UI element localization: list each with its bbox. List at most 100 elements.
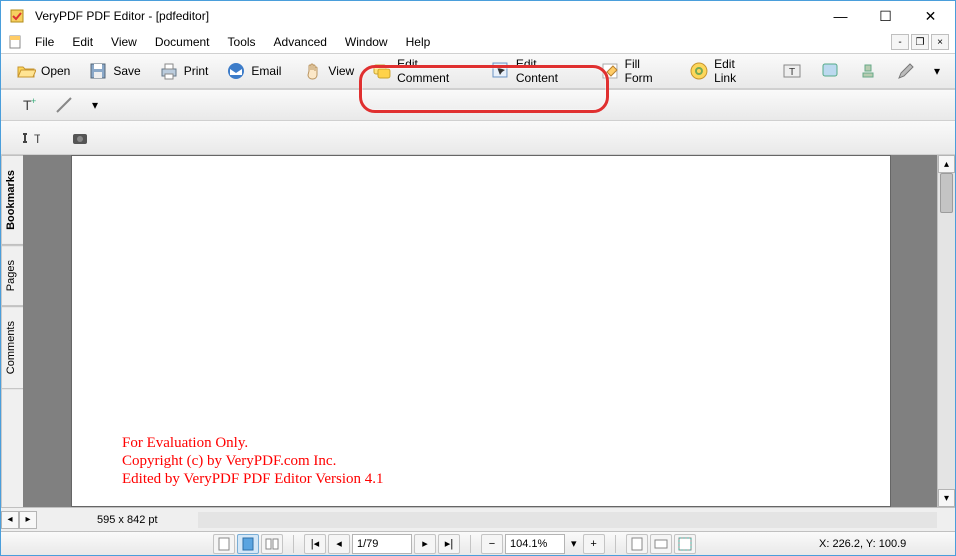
svg-text:T: T <box>34 132 40 146</box>
hscroll-track[interactable] <box>198 512 937 528</box>
hscroll-right-button[interactable]: ▸ <box>19 511 37 529</box>
print-button[interactable]: Print <box>150 57 218 85</box>
menu-file[interactable]: File <box>27 33 62 51</box>
page-nav-group: |◂ ◂ ▸ ▸| <box>304 534 460 554</box>
tertiary-toolbar: T <box>1 121 955 155</box>
stamp-icon <box>858 61 878 81</box>
edit-link-label: Edit Link <box>714 57 760 85</box>
menu-edit[interactable]: Edit <box>64 33 101 51</box>
zoom-input[interactable] <box>505 534 565 554</box>
cursor-icon <box>491 61 511 81</box>
minimize-button[interactable]: — <box>818 1 863 31</box>
email-label: Email <box>251 64 281 78</box>
eval-line-1: For Evaluation Only. <box>122 434 384 452</box>
fit-page-button[interactable] <box>626 534 648 554</box>
maximize-button[interactable]: ☐ <box>863 1 908 31</box>
fit-width-button[interactable] <box>650 534 672 554</box>
evaluation-watermark: For Evaluation Only. Copyright (c) by Ve… <box>122 434 384 488</box>
menu-bar-row: File Edit View Document Tools Advanced W… <box>1 31 955 53</box>
mdi-restore-button[interactable]: ❐ <box>911 34 929 50</box>
menu-document[interactable]: Document <box>147 33 218 51</box>
open-button[interactable]: Open <box>7 57 79 85</box>
sidebar-tab-comments[interactable]: Comments <box>2 306 23 389</box>
save-button[interactable]: Save <box>79 57 149 85</box>
menu-tools[interactable]: Tools <box>220 33 264 51</box>
text-add-icon: T+ <box>16 95 36 115</box>
document-page[interactable]: For Evaluation Only. Copyright (c) by Ve… <box>71 155 891 507</box>
continuous-page-button[interactable] <box>237 534 259 554</box>
note-icon <box>820 61 840 81</box>
zoom-out-button[interactable]: − <box>481 534 503 554</box>
next-page-button[interactable]: ▸ <box>414 534 436 554</box>
note-tool-button[interactable] <box>811 57 849 85</box>
page-icon <box>218 537 230 551</box>
facing-icon <box>265 537 279 551</box>
email-icon <box>226 61 246 81</box>
stamp-tool-button[interactable] <box>849 57 887 85</box>
document-viewport[interactable]: For Evaluation Only. Copyright (c) by Ve… <box>23 155 955 507</box>
view-label: View <box>328 64 354 78</box>
menu-view[interactable]: View <box>103 33 145 51</box>
text-cursor-icon: T <box>20 128 40 148</box>
single-page-button[interactable] <box>213 534 235 554</box>
hand-icon <box>303 61 323 81</box>
zoom-in-button[interactable]: + <box>583 534 605 554</box>
sidebar-tab-bookmarks[interactable]: Bookmarks <box>2 155 23 245</box>
edit-comment-button[interactable]: Edit Comment <box>363 53 482 89</box>
close-button[interactable]: ✕ <box>908 1 953 31</box>
window-title: VeryPDF PDF Editor - [pdfeditor] <box>35 9 209 23</box>
document-icon <box>7 34 23 50</box>
secondary-dropdown[interactable]: ▾ <box>83 94 107 116</box>
secondary-toolbar: T+ ▾ <box>1 89 955 121</box>
horizontal-scroll-row: ◂ ▸ 595 x 842 pt <box>1 507 955 531</box>
eval-line-2: Copyright (c) by VeryPDF.com Inc. <box>122 452 384 470</box>
fill-form-button[interactable]: Fill Form <box>591 53 680 89</box>
eval-line-3: Edited by VeryPDF PDF Editor Version 4.1 <box>122 470 384 488</box>
chevron-down-icon[interactable]: ▾ <box>567 537 581 550</box>
prev-page-button[interactable]: ◂ <box>328 534 350 554</box>
view-button[interactable]: View <box>294 57 363 85</box>
scroll-up-button[interactable]: ▴ <box>938 155 955 173</box>
edit-link-button[interactable]: Edit Link <box>680 53 769 89</box>
last-page-button[interactable]: ▸| <box>438 534 460 554</box>
menu-window[interactable]: Window <box>337 33 396 51</box>
vertical-scrollbar[interactable]: ▴ ▾ <box>937 155 955 507</box>
fit-group <box>626 534 696 554</box>
text-add-button[interactable]: T+ <box>7 91 45 119</box>
pencil-tool-button[interactable] <box>887 57 925 85</box>
fit-page-icon <box>630 537 644 551</box>
scroll-down-button[interactable]: ▾ <box>938 489 955 507</box>
first-page-button[interactable]: |◂ <box>304 534 326 554</box>
mdi-minimize-button[interactable]: - <box>891 34 909 50</box>
snapshot-tool[interactable] <box>61 124 99 152</box>
scroll-track[interactable] <box>938 173 955 489</box>
facing-page-button[interactable] <box>261 534 283 554</box>
line-tool-button[interactable] <box>45 91 83 119</box>
line-icon <box>54 95 74 115</box>
open-label: Open <box>41 64 70 78</box>
continuous-icon <box>242 537 254 551</box>
edit-comment-label: Edit Comment <box>397 57 473 85</box>
page-number-input[interactable] <box>352 534 412 554</box>
text-select-tool[interactable]: T <box>11 124 49 152</box>
toolbar-dropdown[interactable]: ▾ <box>925 60 949 82</box>
menu-advanced[interactable]: Advanced <box>266 33 335 51</box>
link-icon <box>689 61 709 81</box>
save-label: Save <box>113 64 140 78</box>
fit-visible-button[interactable] <box>674 534 696 554</box>
hscroll-left-button[interactable]: ◂ <box>1 511 19 529</box>
edit-content-button[interactable]: Edit Content <box>482 53 591 89</box>
email-button[interactable]: Email <box>217 57 290 85</box>
print-label: Print <box>184 64 209 78</box>
form-icon <box>600 61 620 81</box>
fill-form-label: Fill Form <box>625 57 672 85</box>
chevron-down-icon: ▾ <box>934 64 940 78</box>
sidebar-tab-pages[interactable]: Pages <box>2 245 23 306</box>
workspace: Bookmarks Pages Comments For Evaluation … <box>1 155 955 507</box>
text-tool-button[interactable]: T <box>773 57 811 85</box>
folder-open-icon <box>16 61 36 81</box>
menu-help[interactable]: Help <box>398 33 439 51</box>
zoom-group: − ▾ + <box>481 534 605 554</box>
scroll-thumb[interactable] <box>940 173 953 213</box>
mdi-close-button[interactable]: × <box>931 34 949 50</box>
